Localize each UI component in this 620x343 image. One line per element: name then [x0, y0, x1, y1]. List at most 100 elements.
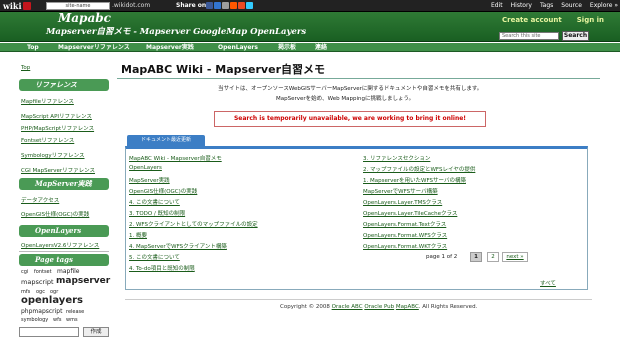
wikidot-logo[interactable]: wiki [3, 1, 39, 11]
nav-forum[interactable]: 掲示板 [278, 43, 296, 52]
sidebar-link-cgi-mapserver[interactable]: CGI MapServerリファレンス [21, 166, 95, 174]
wikidot-domain-suffix: .wikidot.com [112, 2, 151, 9]
see-all-link[interactable]: すべて [540, 279, 556, 287]
facebook-icon[interactable] [206, 2, 213, 9]
intro-line-2: MapServerを始め、Web Mappingに挑戦しましょう。 [276, 96, 415, 102]
nav-openlayers[interactable]: OpenLayers [218, 43, 258, 52]
tag-wfs[interactable]: wfs [53, 317, 61, 323]
page-1-current: 1 [470, 252, 482, 262]
footer-copyright: Copyright © 2008 [280, 304, 330, 310]
menu-explore[interactable]: Explore » [590, 2, 618, 9]
recent-link[interactable]: MapServer実践 [129, 176, 170, 184]
sidebar-link-mapfile[interactable]: Mapfileリファレンス [21, 97, 74, 105]
footer: Copyright © 2008 Oracle ABC Oracle Pub M… [280, 304, 477, 310]
nav-top[interactable]: Top [27, 43, 39, 52]
search-button[interactable]: Search [562, 31, 589, 41]
sidebar-section-mapserver-practice: MapServer実践 [19, 178, 109, 190]
next-page-link[interactable]: next » [502, 252, 528, 262]
digg-icon[interactable] [222, 2, 229, 9]
page-options-menu: Edit History Tags Source Explore » [483, 1, 618, 11]
site-header: Mapabc Mapserver自習メモ - Mapserver GoogleM… [0, 11, 620, 42]
nav-mapserver-reference[interactable]: Mapserverリファレンス [58, 43, 130, 52]
sidebar-section-reference: リファレンス [19, 79, 109, 91]
tab-recent-updates[interactable]: ドキュメント最近更新 [127, 135, 205, 146]
tag-release[interactable]: release [66, 309, 84, 315]
sidebar-link-data-access[interactable]: データアクセス [21, 196, 59, 204]
recent-link[interactable]: OpenLayers.Layer.TileCacheクラス [363, 209, 457, 217]
sidebar-section-openlayers: OpenLayers [19, 225, 109, 237]
menu-edit[interactable]: Edit [491, 2, 503, 9]
footer-link-oracle-pub[interactable]: Oracle Pub [364, 304, 394, 310]
wikidot-logo-text: wiki [3, 1, 22, 11]
page-2-link[interactable]: 2 [487, 252, 499, 262]
delicious-icon[interactable] [214, 2, 221, 9]
recent-link[interactable]: 3. TODO / 既知の制限 [129, 209, 185, 217]
share-icons [206, 2, 254, 10]
menu-source[interactable]: Source [561, 2, 582, 9]
main-content: MapABC Wiki - Mapserver自習メモ 当サイトは、オープンソー… [117, 53, 600, 343]
sidebar-top-link[interactable]: Top [21, 65, 30, 71]
search-unavailable-alert: Search is temporarily unavailable, we ar… [214, 111, 486, 127]
tag-wms[interactable]: wms [66, 317, 78, 323]
footer-link-oracle-abc[interactable]: Oracle ABC [332, 304, 363, 310]
recent-link[interactable]: 5. この文書について [129, 253, 180, 261]
tag-symbology[interactable]: symbology [21, 317, 48, 323]
recent-link[interactable]: MapABC Wiki - Mapserver自習メモ [129, 154, 222, 162]
sidebar: Top リファレンス Mapfileリファレンス MapScript APIリフ… [19, 62, 110, 343]
recent-link[interactable]: 1. 概要 [129, 231, 147, 239]
recent-link[interactable]: 2. マップファイルの設定とWFSレイヤの提供 [363, 165, 475, 173]
tag-cgi[interactable]: cgi [21, 269, 28, 275]
menu-history[interactable]: History [511, 2, 532, 9]
create-page-button[interactable]: 作成 [83, 327, 109, 337]
tag-mapserver[interactable]: mapserver [56, 276, 110, 286]
page-count-label: page 1 of 2 [426, 254, 458, 260]
site-name-input[interactable]: site-name [46, 2, 110, 10]
recent-link[interactable]: 4. MapServerでWFSクライアント構築 [129, 242, 227, 250]
recent-link[interactable]: OpenLayers.Format.WKTクラス [363, 242, 447, 250]
share-on-label: Share on [176, 2, 207, 9]
search-input[interactable]: Search this site [499, 32, 559, 40]
recent-link[interactable]: OpenLayers.Format.Textクラス [363, 220, 446, 228]
recent-link[interactable]: 4. To-do項目と既知の制限 [129, 264, 195, 272]
recent-link[interactable]: 2. WFSクライアントとしてのマップファイルの設定 [129, 220, 258, 228]
nav-mapserver-practice[interactable]: Mapserver実践 [146, 43, 194, 52]
recent-link[interactable]: OpenGIS仕様(OGC)の実践 [129, 187, 197, 195]
page-tags-title: Page tags [19, 254, 109, 266]
footer-divider [125, 299, 592, 300]
sidebar-link-symbology[interactable]: Symbologyリファレンス [21, 151, 85, 159]
tag-fontset[interactable]: fontset [34, 269, 52, 275]
new-page-input[interactable] [19, 327, 79, 337]
stumbleupon-icon[interactable] [238, 2, 245, 9]
intro-line-1: 当サイトは、オープンソースWebGISサーバーMapServerに関するドキュメ… [218, 86, 483, 92]
footer-link-mapabc[interactable]: MapABC [396, 304, 419, 310]
recent-link[interactable]: 4. この文書について [129, 198, 180, 206]
recent-link[interactable]: OpenLayers [129, 165, 162, 171]
recent-link[interactable]: 3. リファレンスセクション [363, 154, 430, 162]
reddit-icon[interactable] [230, 2, 237, 9]
site-name[interactable]: Mapabc [58, 11, 111, 25]
wikidot-dot-icon [22, 2, 31, 10]
sidebar-link-fontset[interactable]: Fontsetリファレンス [21, 136, 74, 144]
sidebar-divider [19, 251, 109, 252]
tag-openlayers[interactable]: openlayers [21, 295, 83, 306]
tag-mapfile[interactable]: mapfile [57, 268, 79, 275]
sign-in-link[interactable]: Sign in [577, 16, 604, 24]
recent-link[interactable]: OpenLayers.Format.WFSクラス [363, 231, 447, 239]
recent-link[interactable]: MapServerでWFSサーバ構築 [363, 187, 438, 195]
create-account-link[interactable]: Create account [502, 16, 562, 24]
top-nav: Top Mapserverリファレンス Mapserver実践 OpenLaye… [0, 43, 620, 52]
sidebar-link-ogc-practice[interactable]: OpenGIS仕様(OGC)の実践 [21, 210, 89, 218]
nav-contact[interactable]: 連絡 [315, 43, 327, 52]
twitter-icon[interactable] [246, 2, 253, 9]
site-subtitle: Mapserver自習メモ - Mapserver GoogleMap Open… [46, 27, 307, 37]
sidebar-link-php-mapscript[interactable]: PHP/MapScriptリファレンス [21, 124, 94, 132]
tag-mapscript[interactable]: mapscript [21, 278, 54, 286]
tag-phpmapscript[interactable]: phpmapscript [21, 308, 62, 315]
recent-link[interactable]: OpenLayers.Layer.TMSクラス [363, 198, 442, 206]
page-title: MapABC Wiki - Mapserver自習メモ [121, 63, 325, 76]
footer-rights: . All Rights Reserved. [418, 304, 478, 310]
recent-link[interactable]: 1. Mapserverを用いたWFSサーバの構築 [363, 176, 466, 184]
sidebar-link-mapscript-api[interactable]: MapScript APIリファレンス [21, 112, 92, 120]
menu-tags[interactable]: Tags [540, 2, 553, 9]
sidebar-link-openlayers-reference[interactable]: OpenLayersV2.6リファレンス [21, 241, 99, 249]
